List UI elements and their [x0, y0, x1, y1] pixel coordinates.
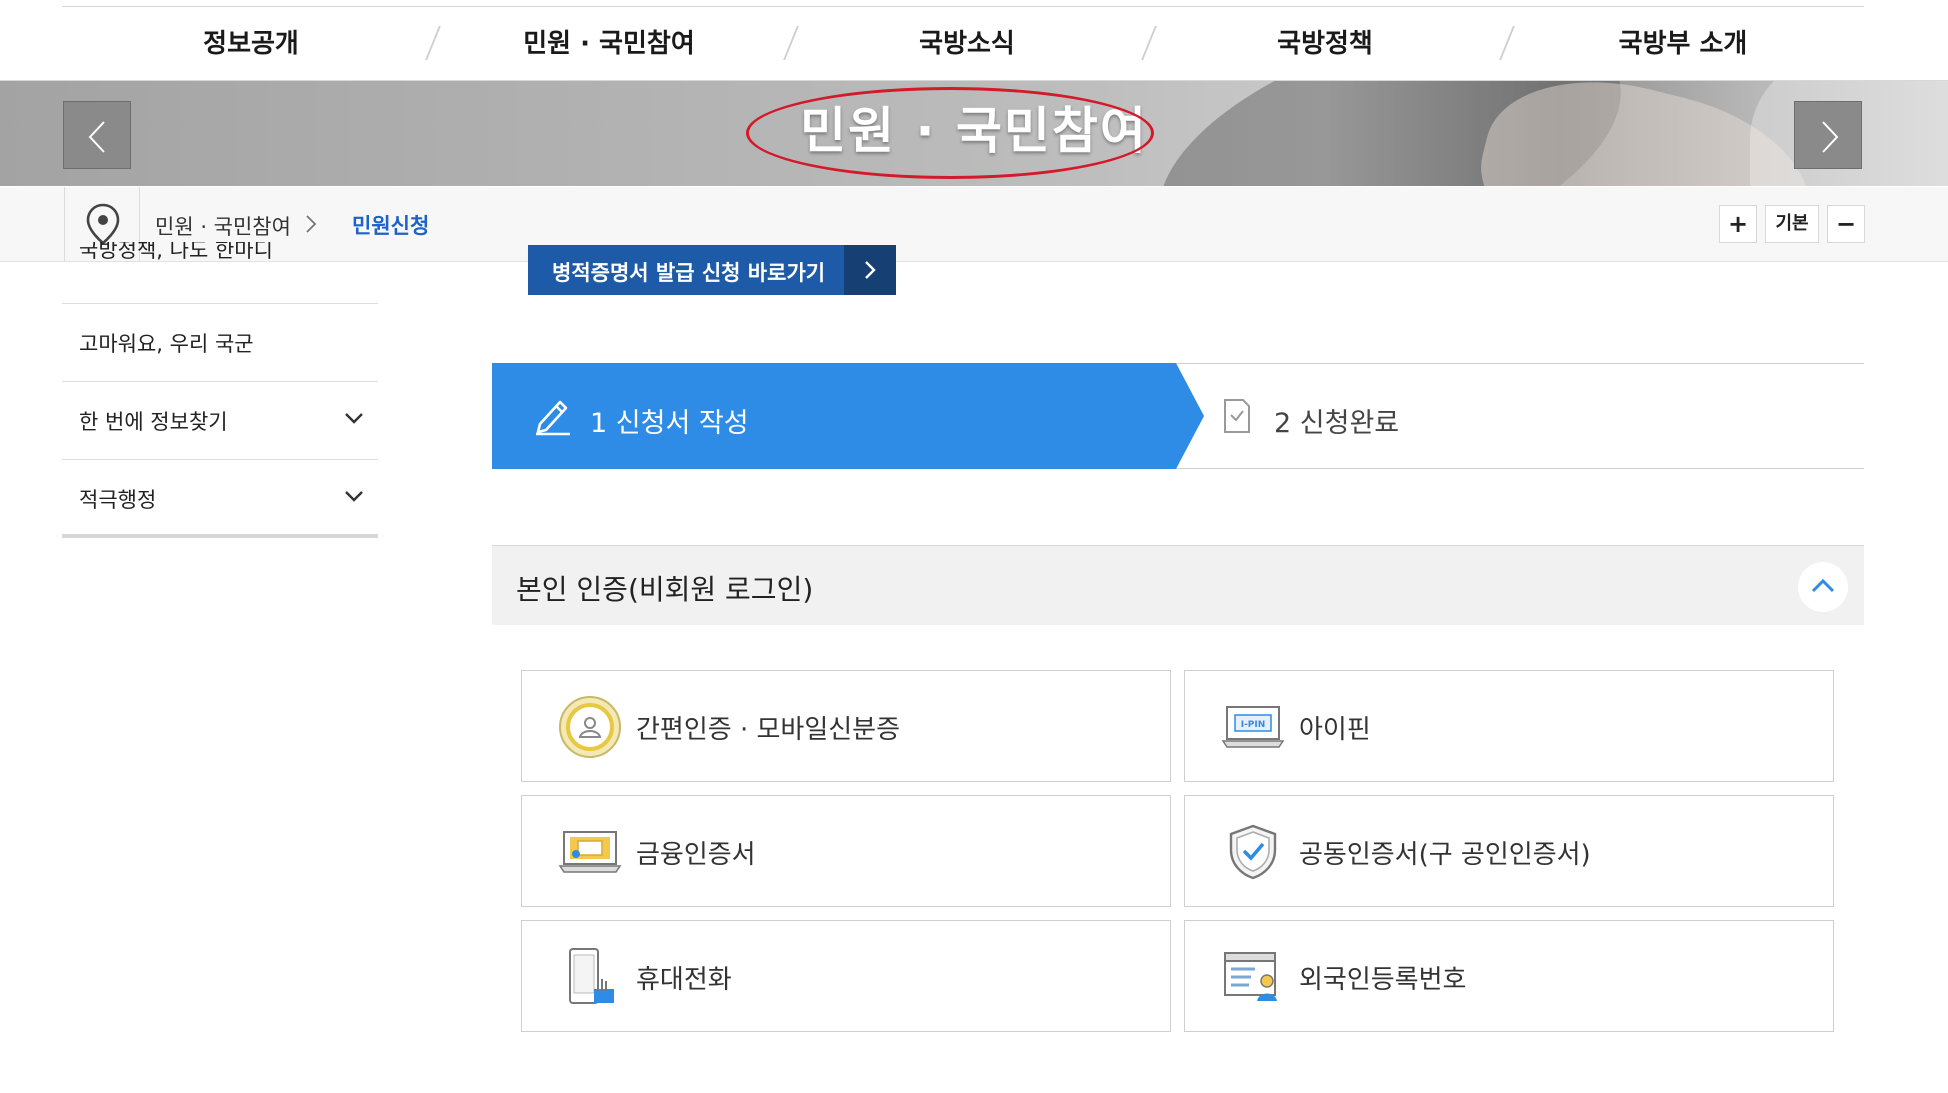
zoom-default-button[interactable]: 기본 — [1765, 205, 1819, 243]
ipin-icon: I-PIN — [1221, 706, 1285, 748]
auth-option-label: 간편인증 · 모바일신분증 — [636, 715, 900, 745]
auth-option-label: 금융인증서 — [636, 840, 756, 870]
top-navigation: 정보공개 민원 · 국민참여 국방소식 국방정책 국방부 소개 — [0, 0, 1948, 81]
nav-item-info-disclosure[interactable]: 정보공개 — [86, 24, 416, 64]
top-divider-line — [62, 6, 1864, 7]
auth-option-label: 공동인증서(구 공인인증서) — [1299, 840, 1591, 870]
side-menu-item-active-administration[interactable]: 적극행정 — [62, 460, 378, 538]
chevron-up-icon — [1811, 578, 1835, 593]
nav-separator — [1141, 26, 1157, 60]
breadcrumb-current-page[interactable]: 민원신청 — [352, 210, 429, 240]
simple-auth-icon — [559, 696, 621, 758]
document-check-icon — [1224, 399, 1250, 433]
side-menu-item-label: 고마워요, 우리 국군 — [79, 332, 254, 356]
auth-option-simple[interactable]: 간편인증 · 모바일신분증 — [521, 670, 1171, 782]
side-menu-item-label: 적극행정 — [79, 488, 157, 512]
side-menu-item-info-search[interactable]: 한 번에 정보찾기 — [62, 382, 378, 460]
auth-option-ipin[interactable]: I-PIN 아이핀 — [1184, 670, 1834, 782]
nav-item-civil-participation[interactable]: 민원 · 국민참여 — [444, 24, 774, 64]
banner-next-button[interactable] — [1794, 101, 1862, 169]
collapse-button[interactable] — [1798, 562, 1848, 612]
auth-option-mobile-phone[interactable]: 휴대전화 — [521, 920, 1171, 1032]
chevron-down-icon — [345, 491, 363, 502]
nav-separator — [425, 26, 441, 60]
joint-certificate-shield-icon — [1229, 824, 1277, 880]
svg-text:I-PIN: I-PIN — [1241, 720, 1266, 730]
nav-item-about-ministry[interactable]: 국방부 소개 — [1518, 24, 1848, 64]
location-pin-icon — [86, 203, 120, 245]
zoom-out-button[interactable]: − — [1827, 205, 1865, 243]
auth-option-label: 아이핀 — [1299, 715, 1371, 745]
chevron-right-icon — [865, 261, 876, 279]
auth-option-label: 외국인등록번호 — [1299, 965, 1467, 995]
auth-section-title: 본인 인증(비회원 로그인) — [516, 573, 814, 606]
auth-section-header: 본인 인증(비회원 로그인) — [492, 545, 1864, 625]
auth-option-joint-certificate[interactable]: 공동인증서(구 공인인증서) — [1184, 795, 1834, 907]
step-2-label: 2 신청완료 — [1274, 408, 1400, 439]
nav-separator — [1499, 26, 1515, 60]
step-1-label: 1 신청서 작성 — [590, 408, 749, 439]
side-menu-item-label: 한 번에 정보찾기 — [79, 410, 228, 434]
side-menu-item-policy-opinion[interactable]: 국방정책, 나도 한마디 — [62, 242, 378, 304]
military-record-shortcut-button[interactable]: 병적증명서 발급 신청 바로가기 — [528, 245, 896, 295]
shortcut-label: 병적증명서 발급 신청 바로가기 — [552, 261, 826, 285]
chevron-down-icon — [345, 413, 363, 424]
pencil-icon — [536, 400, 570, 436]
shortcut-arrow — [844, 245, 896, 295]
page-banner: 민원 · 국민참여 — [0, 81, 1948, 186]
auth-option-alien-registration[interactable]: 외국인등록번호 — [1184, 920, 1834, 1032]
title-highlight-ellipse — [746, 87, 1154, 179]
chevron-right-icon — [1822, 121, 1839, 153]
breadcrumb-item-civil-participation[interactable]: 민원 · 국민참여 — [155, 211, 291, 241]
nav-separator — [783, 26, 799, 60]
nav-item-defense-news[interactable]: 국방소식 — [802, 24, 1132, 64]
application-steps: 1 신청서 작성 2 신청완료 — [492, 363, 1864, 469]
auth-option-label: 휴대전화 — [636, 965, 732, 995]
auth-option-financial-certificate[interactable]: 금융인증서 — [521, 795, 1171, 907]
alien-registration-icon — [1224, 952, 1277, 1001]
zoom-in-button[interactable]: + — [1719, 205, 1757, 243]
mobile-phone-icon — [569, 948, 614, 1004]
side-menu-item-label: 국방정책, 나도 한마디 — [79, 242, 273, 262]
side-menu-item-thanks-military[interactable]: 고마워요, 우리 국군 — [62, 304, 378, 382]
chevron-right-icon — [306, 215, 317, 233]
financial-certificate-icon — [558, 831, 622, 873]
nav-item-defense-policy[interactable]: 국방정책 — [1160, 24, 1490, 64]
